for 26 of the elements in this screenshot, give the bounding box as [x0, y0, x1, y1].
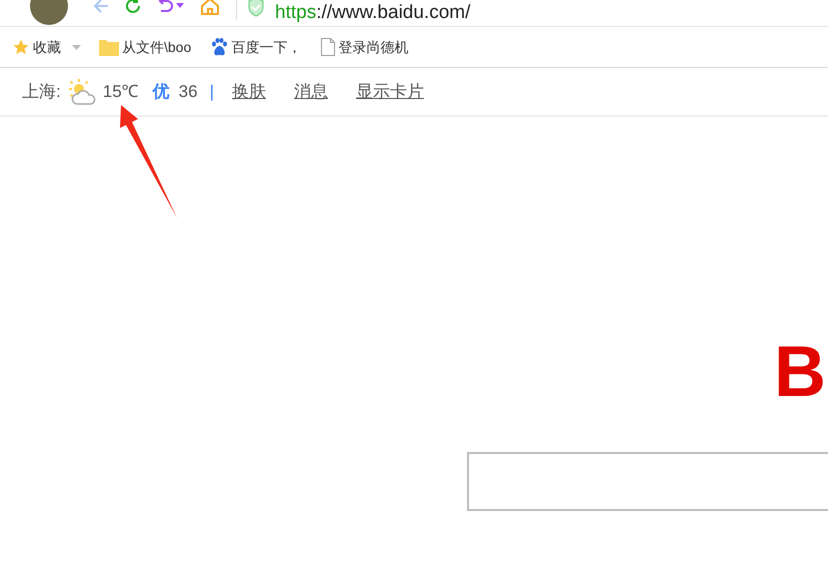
search-field[interactable] [467, 452, 828, 511]
caret-icon[interactable] [176, 3, 184, 8]
header-link[interactable]: 消息 [294, 78, 328, 104]
refresh-icon[interactable] [124, 0, 142, 15]
aqi-value: 36 [178, 80, 198, 103]
back-arrow-icon[interactable] [92, 0, 110, 15]
home-icon[interactable] [200, 0, 220, 15]
header-link[interactable]: 显示卡片 [356, 78, 424, 104]
temperature-text: 15℃ [102, 80, 139, 103]
air-quality-text: 优 [152, 80, 170, 103]
city-label: 上海: [22, 80, 61, 103]
document-icon [321, 38, 336, 56]
logo-text: B [774, 342, 826, 402]
bookmark-label[interactable]: 从文件\boo [122, 36, 192, 58]
bookmark-label[interactable]: 登录尚德机 [338, 36, 408, 58]
undo-icon[interactable] [156, 0, 174, 15]
star-icon [12, 38, 30, 56]
folder-icon [99, 38, 119, 56]
sun-cloud-icon [66, 78, 97, 106]
bookmark-label[interactable]: 百度一下， [231, 36, 302, 58]
bookmark-label[interactable]: 收藏 [33, 36, 61, 58]
paw-icon [211, 38, 228, 56]
caret-icon[interactable] [72, 44, 81, 50]
address-field[interactable]: https://www.baidu.com/ [275, 1, 470, 24]
separator-text: | [210, 80, 214, 103]
header-link[interactable]: 换肤 [232, 78, 266, 104]
